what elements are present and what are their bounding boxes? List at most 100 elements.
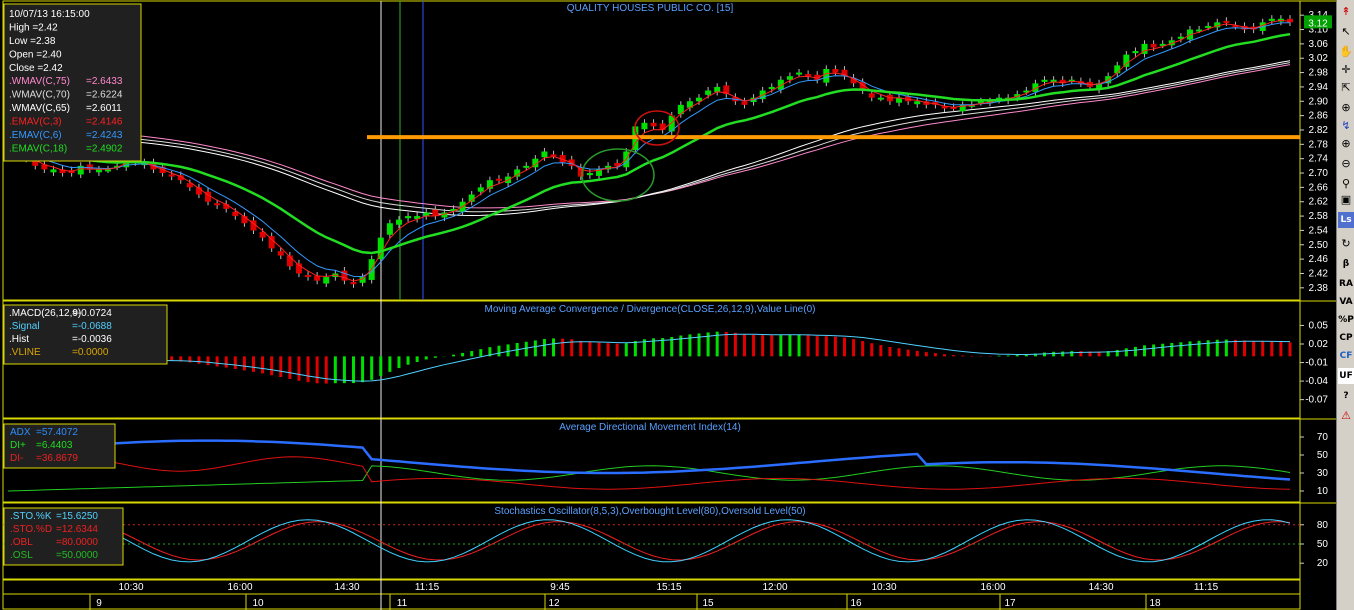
candle [386,223,393,235]
price-tick-label: 2.98 [1309,68,1329,79]
candle [50,169,57,173]
ohlc-info-line: 10/07/13 16:15:00 [9,9,90,20]
price-chart-title: QUALITY HOUSES PUBLIC CO. [15] [567,3,734,14]
adx-legend-name: DI- [10,453,23,464]
candle [659,123,666,130]
adx-tick-label: 70 [1317,432,1329,443]
warning-icon[interactable]: ⚠ [1338,408,1354,424]
time-label: 15:15 [656,582,681,593]
price-tick-label: 2.38 [1309,283,1329,294]
day-label: 18 [1149,598,1161,609]
cp-button[interactable]: CP [1338,330,1354,346]
price-tick-label: 2.78 [1309,139,1329,150]
candle [1268,18,1275,21]
beta-icon[interactable]: β [1338,256,1354,272]
price-tick-label: 3.02 [1309,53,1329,64]
fit-icon[interactable]: ▣ [1338,192,1354,208]
macd-legend-name: .Signal [9,321,40,332]
candle [541,151,548,158]
day-label: 15 [702,598,714,609]
candle [786,76,793,80]
price-legend-value: =2.6011 [86,103,122,114]
candle [714,86,721,92]
hand-icon[interactable]: ✋ [1338,44,1354,60]
candle [477,187,484,192]
ls-icon[interactable]: Ls [1338,212,1354,228]
candle [214,203,221,206]
cursor-select-icon[interactable]: ⇱ [1338,80,1354,96]
last-price-label: 3.12 [1308,18,1328,29]
sto-tick-label: 80 [1317,520,1329,531]
candle [705,90,712,95]
candle [523,165,530,168]
red-arrows-icon[interactable]: ↟ [1338,4,1354,20]
price-legend-value: =2.4146 [86,117,123,128]
candle [277,251,284,256]
macd-legend-value: =-0.0688 [72,321,112,332]
macd-tick-label: -0.01 [1305,358,1328,369]
candle [95,169,102,173]
cf-button[interactable]: CF [1338,348,1354,364]
candle [377,237,384,260]
crosshair-icon[interactable]: ✛ [1338,62,1354,78]
adx-legend-value: =36.8679 [36,453,78,464]
price-tick-label: 2.70 [1309,168,1329,179]
time-label: 16:00 [227,582,252,593]
time-label: 10:30 [871,582,896,593]
ohlc-info-line: Open =2.40 [9,50,62,61]
ra-button[interactable]: RA [1338,276,1354,292]
macd-legend-value: =0.0000 [72,347,109,358]
price-tick-label: 2.74 [1309,154,1329,165]
price-tick-label: 2.46 [1309,254,1329,265]
magnify-icon[interactable]: ⚲ [1338,176,1354,192]
sto-tick-label: 50 [1317,539,1329,550]
sto-d-line [7,521,1291,561]
time-label: 11:15 [1194,582,1219,593]
macd-title: Moving Average Convergence / Divergence(… [485,304,816,315]
candle [586,173,593,176]
zoom-out-icon[interactable]: ⊖ [1338,156,1354,172]
day-label: 12 [548,598,560,609]
sto-legend-value: =15.6250 [56,511,98,522]
adx-legend-name: DI+ [10,440,26,451]
price-tick-label: 2.82 [1309,125,1329,136]
day-label: 11 [397,598,408,609]
help-icon[interactable]: ? [1338,388,1354,404]
candle [796,72,803,75]
candle [1132,51,1139,54]
adx-line [7,439,1291,481]
zoom-icon[interactable]: ⊕ [1338,100,1354,116]
day-label: 17 [1004,598,1016,609]
va-button[interactable]: VA [1338,294,1354,310]
candle [823,68,830,83]
refresh-icon[interactable]: ↻ [1338,236,1354,252]
candle [1205,25,1212,28]
sto-legend-value: =50.0000 [56,550,98,561]
macd-tick-label: 0.05 [1309,320,1329,331]
price-tick-label: 2.50 [1309,240,1329,251]
candle [495,178,502,181]
candle [405,216,412,219]
adx-tick-label: 30 [1317,468,1329,479]
ohlc-info-line: Low =2.38 [9,36,56,47]
ohlc-info-line: High =2.42 [9,23,58,34]
candle [877,97,884,100]
uf-button[interactable]: UF [1338,368,1354,384]
price-tick-label: 3.06 [1309,39,1329,50]
zoom-in-icon[interactable]: ⊕ [1338,136,1354,152]
percent-p-button[interactable]: %P [1338,312,1354,328]
price-legend-name: .EMAV(C,18) [9,144,67,155]
adx-legend-value: =6.4403 [36,440,73,451]
navigate-icon[interactable]: ↯ [1338,118,1354,134]
time-label: 12:00 [762,582,787,593]
price-tick-label: 2.54 [1309,225,1329,236]
cursor-icon[interactable]: ↖ [1338,24,1354,40]
candle [805,74,812,77]
day-label: 16 [850,598,862,609]
chart-canvas[interactable]: 3.143.103.063.022.982.942.902.862.822.78… [0,0,1336,610]
macd-legend-name: .Hist [9,334,29,345]
price-tick-label: 2.42 [1309,268,1329,279]
macd-legend-name: .MACD(26,12,9) [9,308,81,319]
sto-legend-name: .STO.%D [10,524,52,535]
candle [1287,18,1293,23]
